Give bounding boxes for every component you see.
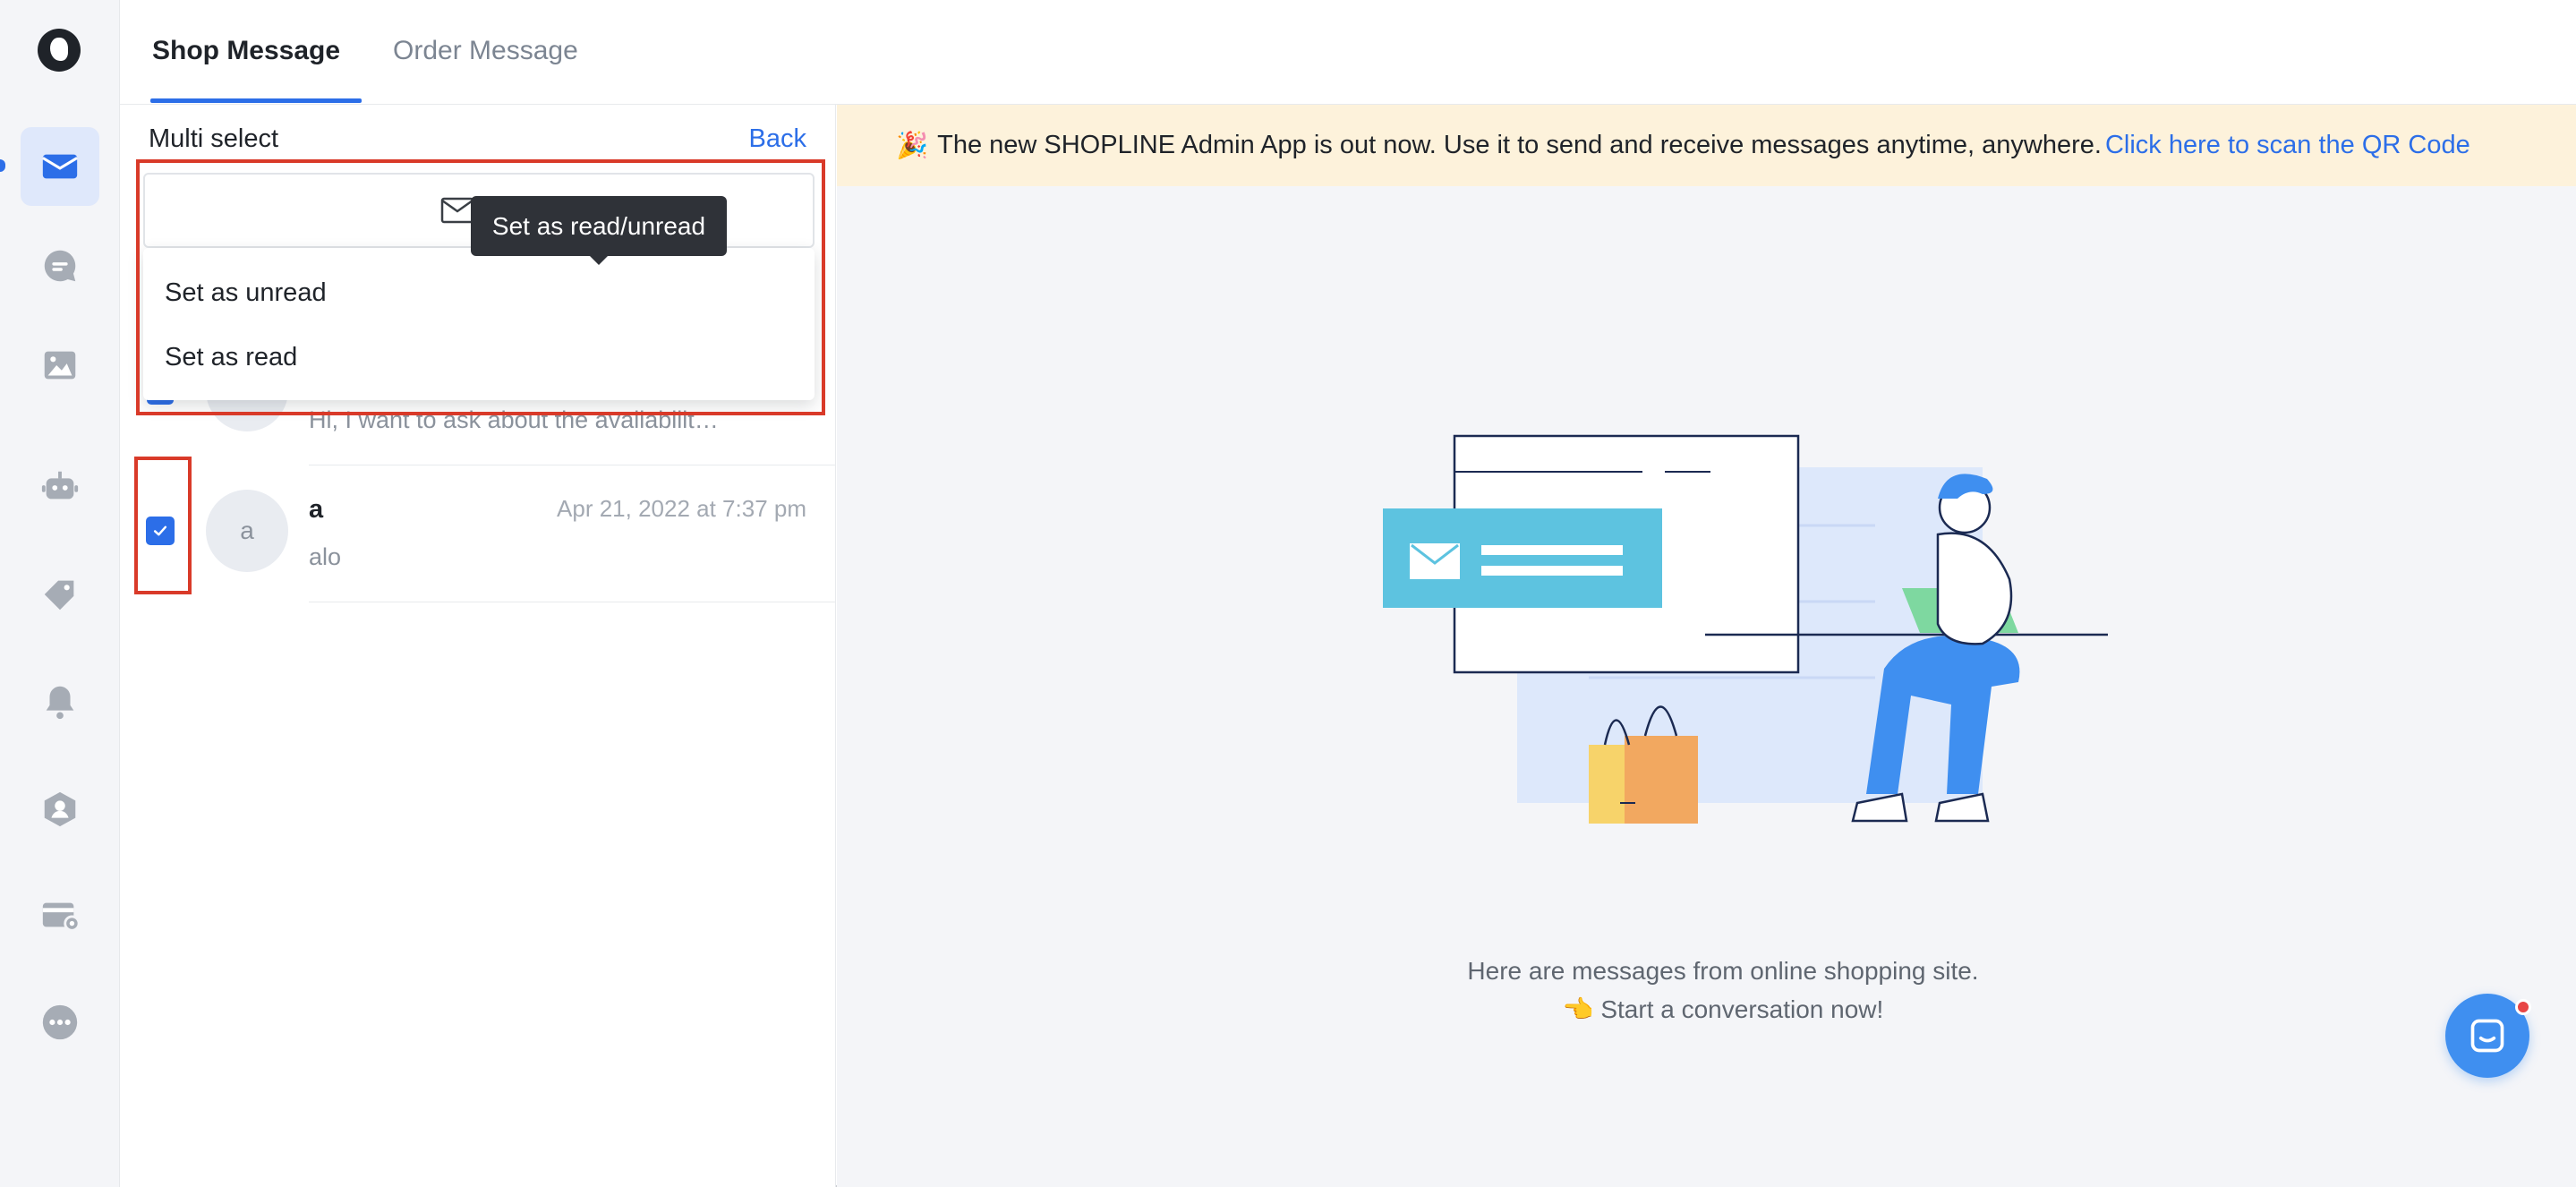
empty-state-line2: 👈 Start a conversation now! (1320, 995, 2126, 1024)
read-status-menu: Set as unread Set as read (143, 248, 815, 400)
start-conversation-text: Start a conversation now! (1600, 995, 1884, 1023)
conversation-name[interactable]: a (309, 495, 323, 525)
menu-item-set-unread[interactable]: Set as unread (165, 278, 327, 308)
active-tab-underline (150, 98, 362, 103)
app-promo-banner: 🎉 The new SHOPLINE Admin App is out now.… (837, 105, 2576, 186)
tab-order-message[interactable]: Order Message (393, 36, 578, 66)
pointing-hand-icon: 👈 (1562, 995, 1594, 1023)
tooltip: Set as read/unread (471, 196, 727, 265)
message-tabs: Shop Message Order Message (120, 0, 2576, 105)
image-icon (44, 351, 76, 380)
sidebar-item-cards[interactable] (21, 875, 99, 954)
message-detail-area: 🎉 The new SHOPLINE Admin App is out now.… (837, 105, 2576, 1187)
empty-state-line1: Here are messages from online shopping s… (1467, 957, 1979, 985)
bell-icon (46, 686, 74, 720)
back-button[interactable]: Back (749, 124, 806, 154)
multi-select-label: Multi select (149, 124, 279, 153)
sidebar-item-chat[interactable] (21, 226, 99, 305)
sidebar-item-bot[interactable] (21, 448, 99, 526)
checkmark-icon (153, 525, 167, 536)
scan-qr-code-link[interactable]: Click here to scan the QR Code (2105, 131, 2470, 160)
tab-shop-message[interactable]: Shop Message (152, 36, 340, 66)
chat-bubble-icon (44, 250, 76, 282)
sidebar-item-customers[interactable] (21, 770, 99, 849)
empty-state-illustration (1383, 434, 2108, 824)
card-settings-icon (42, 902, 81, 932)
menu-item-set-read[interactable]: Set as read (165, 343, 297, 372)
sidebar-item-messages[interactable] (21, 127, 99, 206)
tag-icon (44, 580, 74, 611)
sidebar-item-tags[interactable] (21, 555, 99, 634)
party-popper-icon: 🎉 (896, 131, 929, 160)
conversation-list: Multi select Back Hi, I want to ask abou… (120, 105, 836, 1187)
envelope-icon (440, 197, 474, 224)
conversation-time: Apr 21, 2022 at 7:37 pm (557, 495, 806, 522)
sidebar-item-more[interactable] (21, 983, 99, 1062)
notification-dot (2515, 999, 2531, 1015)
robot-icon (41, 471, 79, 500)
sidebar-item-notifications[interactable] (21, 662, 99, 741)
row-checkbox-checked[interactable] (146, 517, 175, 545)
mail-icon (42, 154, 78, 179)
more-icon (42, 1004, 78, 1040)
user-shield-icon (44, 791, 76, 827)
avatar: a (206, 490, 288, 572)
sidebar-item-media[interactable] (21, 326, 99, 405)
active-indicator (0, 159, 5, 172)
conversation-preview: alo (309, 543, 342, 570)
conversation-preview: Hi, I want to ask about the availabilit… (309, 406, 719, 433)
icon-sidebar (0, 0, 120, 1187)
chat-icon (2470, 1019, 2504, 1053)
banner-text: The new SHOPLINE Admin App is out now. U… (937, 131, 2102, 159)
app-logo (38, 29, 81, 72)
